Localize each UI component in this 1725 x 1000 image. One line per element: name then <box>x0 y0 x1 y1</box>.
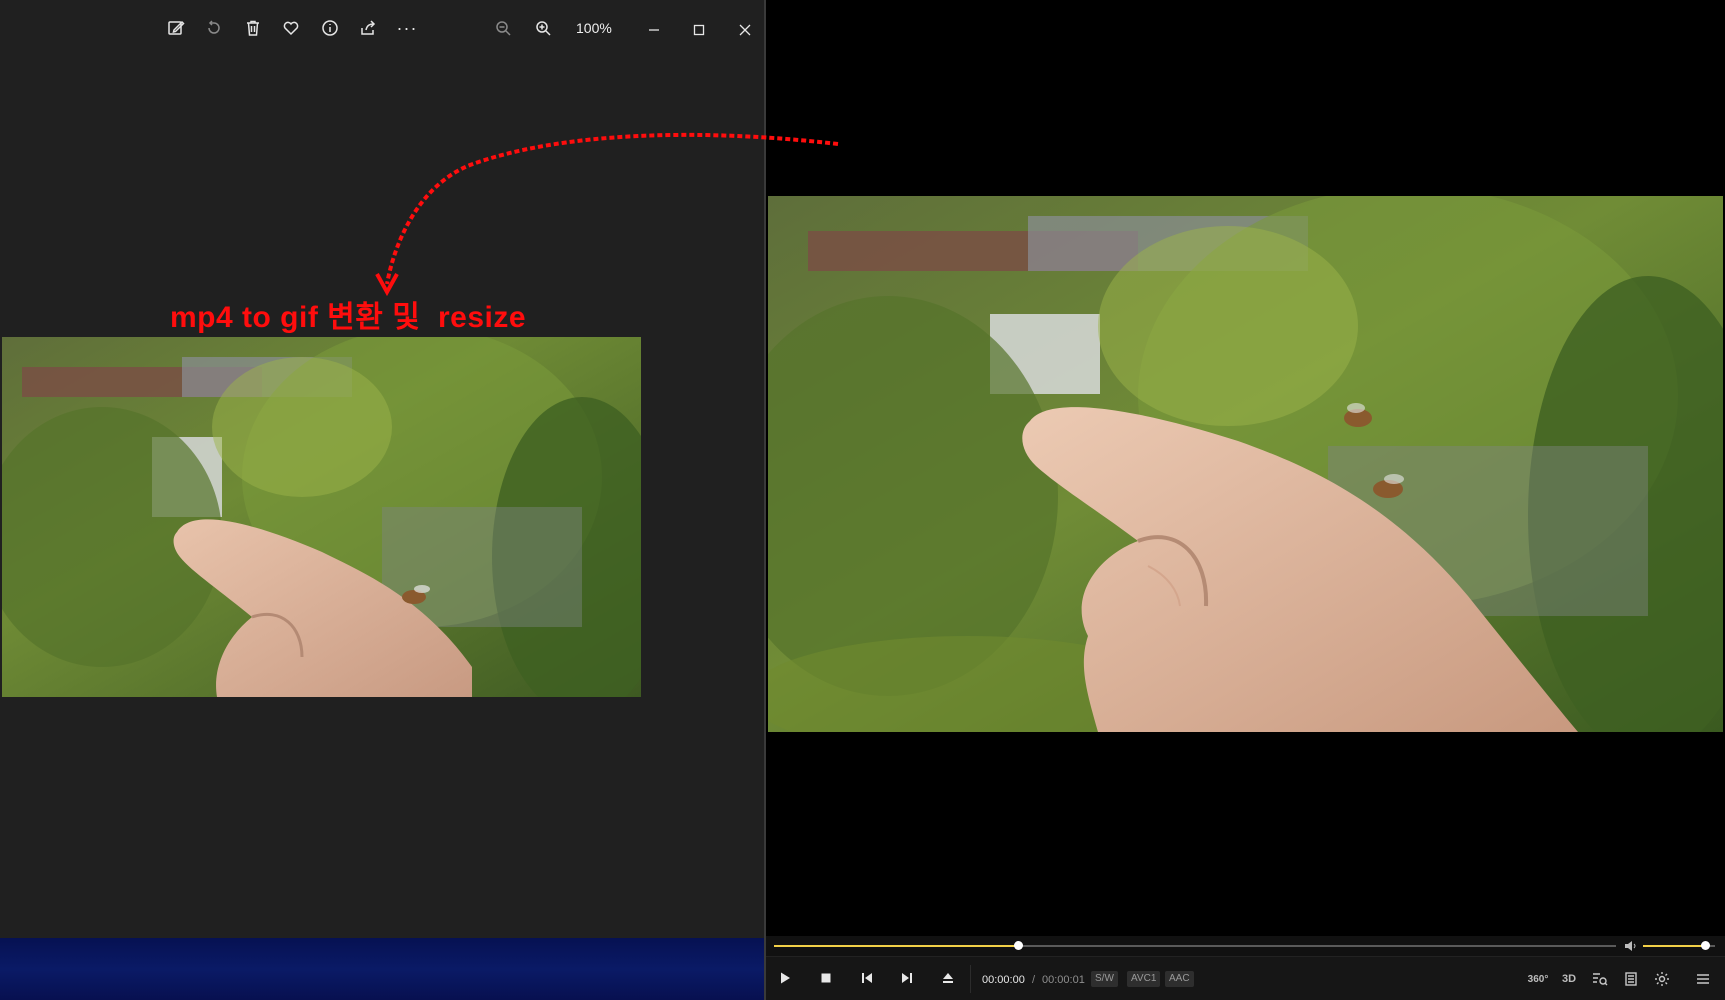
zoom-out-icon <box>496 21 511 36</box>
time-separator: / <box>1032 974 1036 986</box>
rotate-button[interactable] <box>197 12 231 44</box>
annotation-text: mp4 to gif 변환 및 resize <box>170 301 527 334</box>
video-player-window: 00:00:00 / 00:00:01 S/W AVC1 AAC 360° 3D <box>766 0 1725 1000</box>
menu-button[interactable] <box>1689 965 1717 993</box>
next-button[interactable] <box>894 965 920 991</box>
seekbar-area <box>766 936 1725 956</box>
zoom-level-label[interactable]: 100% <box>576 20 612 36</box>
controls-divider <box>970 965 971 993</box>
maximize-icon <box>693 24 705 36</box>
skip-previous-icon <box>862 973 872 983</box>
trash-icon <box>247 20 259 36</box>
more-button[interactable]: ··· <box>390 12 424 44</box>
edit-image-button[interactable] <box>159 12 193 44</box>
maximize-button[interactable] <box>679 16 719 44</box>
close-button[interactable] <box>725 16 765 44</box>
taskbar-strip <box>0 938 765 1000</box>
favorite-button[interactable] <box>274 12 308 44</box>
audio-codec-badge[interactable]: AAC <box>1165 971 1194 987</box>
playlist-button[interactable] <box>1617 965 1645 993</box>
stop-button[interactable] <box>813 965 839 991</box>
minimize-icon <box>649 29 659 31</box>
photo-viewer-window: ··· 100% mp4 to gif 변환 및 resize <box>0 0 765 938</box>
heart-icon <box>283 21 299 36</box>
video-codec-badge[interactable]: AVC1 <box>1127 971 1161 987</box>
delete-button[interactable] <box>236 12 270 44</box>
rotate-icon <box>208 20 220 34</box>
play-icon <box>781 972 790 984</box>
share-icon <box>361 20 376 35</box>
zoom-out-button[interactable] <box>486 12 520 44</box>
gif-preview-image <box>2 337 641 697</box>
volume-handle[interactable] <box>1700 941 1710 950</box>
close-icon <box>739 24 751 36</box>
list-search-icon <box>1593 973 1608 986</box>
zoom-in-icon <box>536 21 551 36</box>
share-button[interactable] <box>351 12 385 44</box>
current-time: 00:00:00 <box>982 974 1025 986</box>
decoder-badge[interactable]: S/W <box>1091 971 1118 987</box>
gear-icon <box>1655 972 1669 986</box>
zoom-in-button[interactable] <box>526 12 560 44</box>
eject-icon <box>943 973 953 983</box>
volume-slider[interactable] <box>1643 941 1715 950</box>
eject-button[interactable] <box>935 965 961 991</box>
skip-next-icon <box>902 973 912 983</box>
volume-level <box>1643 945 1705 947</box>
playlist-search-button[interactable] <box>1586 965 1614 993</box>
minimize-button[interactable] <box>634 16 674 44</box>
previous-button[interactable] <box>854 965 880 991</box>
seek-handle[interactable] <box>1014 941 1024 950</box>
hamburger-menu-icon <box>1697 974 1709 984</box>
stop-icon <box>821 973 831 983</box>
vr-360-button[interactable]: 360° <box>1524 965 1552 993</box>
volume-icon[interactable] <box>1624 940 1638 952</box>
play-button[interactable] <box>772 965 798 991</box>
3d-button[interactable]: 3D <box>1555 965 1583 993</box>
video-frame[interactable] <box>768 196 1723 732</box>
seek-progress <box>774 945 1019 947</box>
settings-button[interactable] <box>1648 965 1676 993</box>
seek-bar[interactable] <box>774 941 1616 950</box>
total-duration[interactable]: 00:00:01 <box>1042 974 1085 986</box>
player-controls: 00:00:00 / 00:00:01 S/W AVC1 AAC 360° 3D <box>766 956 1725 1000</box>
edit-image-icon <box>168 20 185 35</box>
playlist-icon <box>1625 972 1637 986</box>
info-icon <box>322 20 338 36</box>
info-button[interactable] <box>313 12 347 44</box>
viewer-toolbar: ··· 100% <box>0 12 765 44</box>
